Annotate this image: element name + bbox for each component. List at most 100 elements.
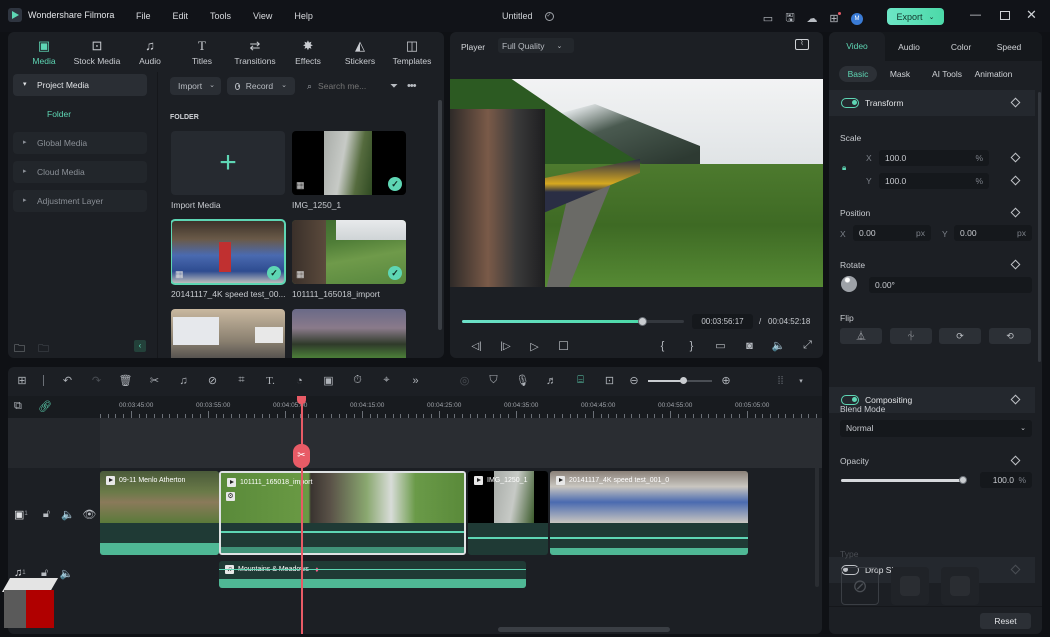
tag-icon[interactable]: ⊘ — [198, 374, 227, 387]
inspector-scrollbar[interactable] — [1038, 92, 1041, 362]
fullscreen-icon[interactable]: ⤢ — [793, 339, 822, 352]
snapshot-camera-icon[interactable]: ◙ — [735, 340, 764, 352]
menu-help[interactable]: Help — [294, 11, 313, 21]
play-icon[interactable]: ▷ — [520, 340, 549, 353]
tab-color[interactable]: Color — [933, 42, 989, 52]
add-track-icon[interactable]: ⧉ — [14, 400, 22, 413]
mute-track-icon[interactable]: 🔈 — [57, 508, 78, 521]
timeline-vertical-scrollbar[interactable] — [815, 427, 819, 587]
media-item[interactable]: + Import Media — [171, 131, 287, 210]
media-scrollbar[interactable] — [438, 100, 442, 330]
lock-ratio-icon[interactable]: 🔒︎ — [842, 163, 846, 173]
visibility-eye-icon[interactable]: 👁︎ — [79, 508, 100, 521]
subtab-ai-tools[interactable]: AI Tools — [923, 69, 971, 79]
playback-progress[interactable] — [462, 317, 684, 326]
scale-y-input[interactable]: 100.0% — [879, 173, 989, 189]
timeline-zoom-slider[interactable] — [648, 376, 712, 384]
keyframe-icon[interactable] — [1010, 207, 1021, 218]
filter-icon[interactable]: ⏷ — [390, 81, 398, 92]
mute-track-icon[interactable]: 🔈 — [56, 567, 78, 580]
sidebar-item-project-media[interactable]: Project Media — [13, 74, 147, 96]
sidebar-item-global-media[interactable]: Global Media — [13, 132, 147, 154]
tab-transitions[interactable]: ⇄ Transitions — [228, 39, 282, 67]
video-clip[interactable]: 20141117_4K speed test_001_0 — [550, 471, 748, 555]
display-settings-icon[interactable]: ▭ — [706, 339, 735, 352]
close-icon[interactable]: ✕ — [1026, 7, 1037, 23]
delete-folder-icon[interactable]: 🗀 — [38, 340, 49, 359]
sidebar-item-folder[interactable]: Folder — [13, 103, 147, 125]
transform-toggle[interactable] — [841, 98, 859, 108]
fit-timeline-icon[interactable]: ⊡ — [595, 374, 624, 387]
more-tools-icon[interactable]: » — [401, 375, 430, 387]
rotate-clockwise-button[interactable]: ⟳ — [939, 328, 981, 344]
keyframe-icon[interactable] — [1010, 152, 1021, 163]
rotate-counterclockwise-button[interactable]: ⟲ — [989, 328, 1031, 344]
dropdown-arrow-icon[interactable]: ▾ — [795, 377, 807, 385]
cloud-upload-icon[interactable]: ☁ — [801, 12, 823, 25]
flip-vertical-button[interactable]: ⏆ — [890, 328, 932, 344]
tab-effects[interactable]: ✸ Effects — [282, 39, 334, 67]
microphone-icon[interactable]: 🎙︎ — [508, 374, 537, 387]
minimize-icon[interactable]: — — [970, 9, 981, 21]
save-icon[interactable]: 🖫 — [779, 9, 801, 28]
playhead-handle[interactable] — [297, 396, 306, 404]
layout-grid-icon[interactable]: ⊞ — [10, 374, 34, 387]
opacity-slider[interactable] — [841, 476, 967, 484]
next-frame-icon[interactable]: |▷ — [491, 341, 520, 352]
scale-x-input[interactable]: 100.0% — [879, 150, 989, 166]
reset-button[interactable]: Reset — [980, 613, 1031, 629]
keyframe-icon[interactable] — [1010, 455, 1021, 466]
tab-templates[interactable]: ◫ Templates — [386, 39, 438, 67]
lock-track-icon[interactable]: 🔓︎ — [36, 508, 57, 521]
video-preview[interactable] — [450, 79, 823, 287]
keyframe-icon[interactable] — [1010, 259, 1021, 270]
media-item[interactable] — [292, 309, 406, 358]
audio-mixer-icon[interactable]: ♬ — [537, 375, 566, 387]
video-clip[interactable]: IMG_1250_1 — [468, 471, 548, 555]
tab-stock-media[interactable]: ⊡ Stock Media — [70, 39, 124, 67]
record-dropdown[interactable]: Record ⌄ — [227, 77, 295, 95]
mark-out-icon[interactable]: } — [677, 340, 706, 352]
new-folder-icon[interactable]: 🗀 — [14, 340, 25, 359]
flip-horizontal-button[interactable]: ⏅ — [840, 328, 882, 344]
stop-icon[interactable]: ☐ — [549, 339, 578, 353]
tab-media[interactable]: ▣ Media — [18, 39, 70, 67]
auto-reframe-icon[interactable]: ⌖ — [372, 374, 401, 387]
opacity-handle[interactable] — [959, 476, 967, 484]
subtab-basic[interactable]: Basic — [839, 66, 877, 82]
media-item[interactable] — [171, 309, 285, 358]
link-icon[interactable]: 🔗︎ — [38, 400, 52, 413]
zoom-out-icon[interactable]: ⊖ — [624, 374, 644, 387]
redo-icon[interactable]: ↷ — [82, 374, 111, 387]
apps-grid-icon[interactable]: ⊞ — [823, 12, 845, 25]
mark-in-icon[interactable]: { — [648, 340, 677, 352]
zoom-in-icon[interactable]: ⊕ — [716, 374, 736, 387]
media-item[interactable]: ▦ ✓ 20141117_4K speed test_00... — [171, 219, 287, 299]
keyframe-icon[interactable] — [1010, 394, 1021, 405]
position-y-input[interactable]: 0.00 px — [954, 225, 1032, 241]
rotate-input[interactable]: 0.00° — [869, 277, 1032, 293]
keyframe-icon[interactable] — [1010, 175, 1021, 186]
text-icon[interactable]: T. — [256, 375, 285, 387]
split-scissors-button[interactable]: ✂ — [293, 444, 310, 468]
preview-image-icon[interactable]: ⌇ — [795, 39, 809, 50]
volume-icon[interactable]: 🔈 — [764, 339, 793, 352]
media-item[interactable]: ▦ ✓ 101111_165018_import — [292, 220, 408, 299]
tab-stickers[interactable]: ◭ Stickers — [334, 39, 386, 67]
crop-icon[interactable]: ⌗ — [227, 374, 256, 387]
subtab-animation[interactable]: Animation — [971, 69, 1016, 79]
rotate-dial[interactable] — [841, 276, 857, 292]
blend-mode-dropdown[interactable]: Normal ⌄ — [840, 420, 1032, 437]
menu-view[interactable]: View — [253, 11, 272, 21]
import-dropdown[interactable]: Import ⌄ — [170, 77, 221, 95]
track-height-icon[interactable]: ⁞⁞ — [766, 375, 795, 387]
undo-icon[interactable]: ↶ — [53, 374, 82, 387]
menu-tools[interactable]: Tools — [210, 11, 231, 21]
speed-icon[interactable]: ◔ — [285, 375, 314, 387]
tab-titles[interactable]: T Titles — [176, 39, 228, 67]
timer-icon[interactable]: ⏱ — [343, 374, 372, 387]
ai-portrait-icon[interactable]: ▣ — [314, 374, 343, 387]
scissors-icon[interactable]: ✂ — [140, 374, 169, 387]
progress-handle[interactable] — [637, 317, 647, 326]
render-preview-icon[interactable]: ◎ — [450, 374, 479, 387]
